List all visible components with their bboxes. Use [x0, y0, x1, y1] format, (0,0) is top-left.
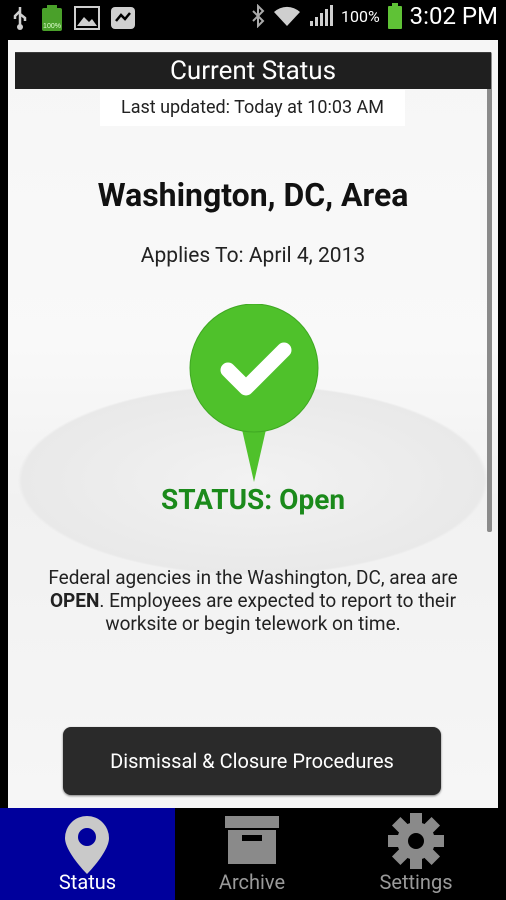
battery-icon [387, 3, 402, 29]
gear-icon [388, 813, 444, 869]
usb-icon [13, 7, 27, 30]
bluetooth-icon [252, 4, 265, 28]
archive-box-icon [225, 816, 279, 864]
page-title: Current Status [169, 56, 337, 86]
bottom-tab-bar: Status Archive Settings [0, 808, 506, 900]
tab-archive[interactable]: Archive [168, 808, 336, 900]
clock: 3:02 PM [409, 2, 498, 30]
status-value: STATUS: Open [160, 483, 346, 516]
system-indicators: 100% 3:02 PM [251, 2, 498, 30]
tab-settings[interactable]: Settings [332, 808, 500, 900]
description-open-emphasis: OPEN [49, 589, 100, 612]
status-description: Federal agencies in the Washington, DC, … [48, 566, 458, 635]
signal-icon [309, 5, 333, 26]
battery-percent: 100% [340, 6, 380, 26]
tab-status[interactable]: Status [0, 808, 175, 900]
page-header: Current Status [15, 52, 491, 89]
location-pin-icon [65, 816, 109, 874]
status-panel: Current Status Last updated: Today at 10… [8, 40, 498, 808]
applies-to-date: Applies To: April 4, 2013 [140, 244, 366, 268]
description-text: Federal agencies in the Washington, DC, … [48, 566, 458, 589]
notification-icons: 100% [10, 4, 136, 32]
description-text-continued: . Employees are expected to report to th… [99, 589, 457, 635]
area-title: Washington, DC, Area [97, 176, 409, 214]
system-status-bar: 100% 100% 3:02 PM [0, 0, 506, 36]
status-open-check-pin-icon [189, 304, 319, 482]
app-notification-icon [111, 7, 135, 29]
wifi-icon [273, 6, 300, 27]
svg-text:100%: 100% [43, 23, 61, 30]
dismissal-closure-procedures-button[interactable]: Dismissal & Closure Procedures [63, 727, 441, 795]
tab-status-label: Status [58, 870, 117, 894]
scrollbar[interactable] [487, 52, 492, 532]
last-updated-label: Last updated: Today at 10:03 AM [100, 90, 405, 126]
gallery-icon [74, 6, 100, 30]
battery-full-notification-icon: 100% [42, 5, 62, 31]
tab-settings-label: Settings [379, 870, 453, 894]
tab-archive-label: Archive [218, 870, 286, 894]
